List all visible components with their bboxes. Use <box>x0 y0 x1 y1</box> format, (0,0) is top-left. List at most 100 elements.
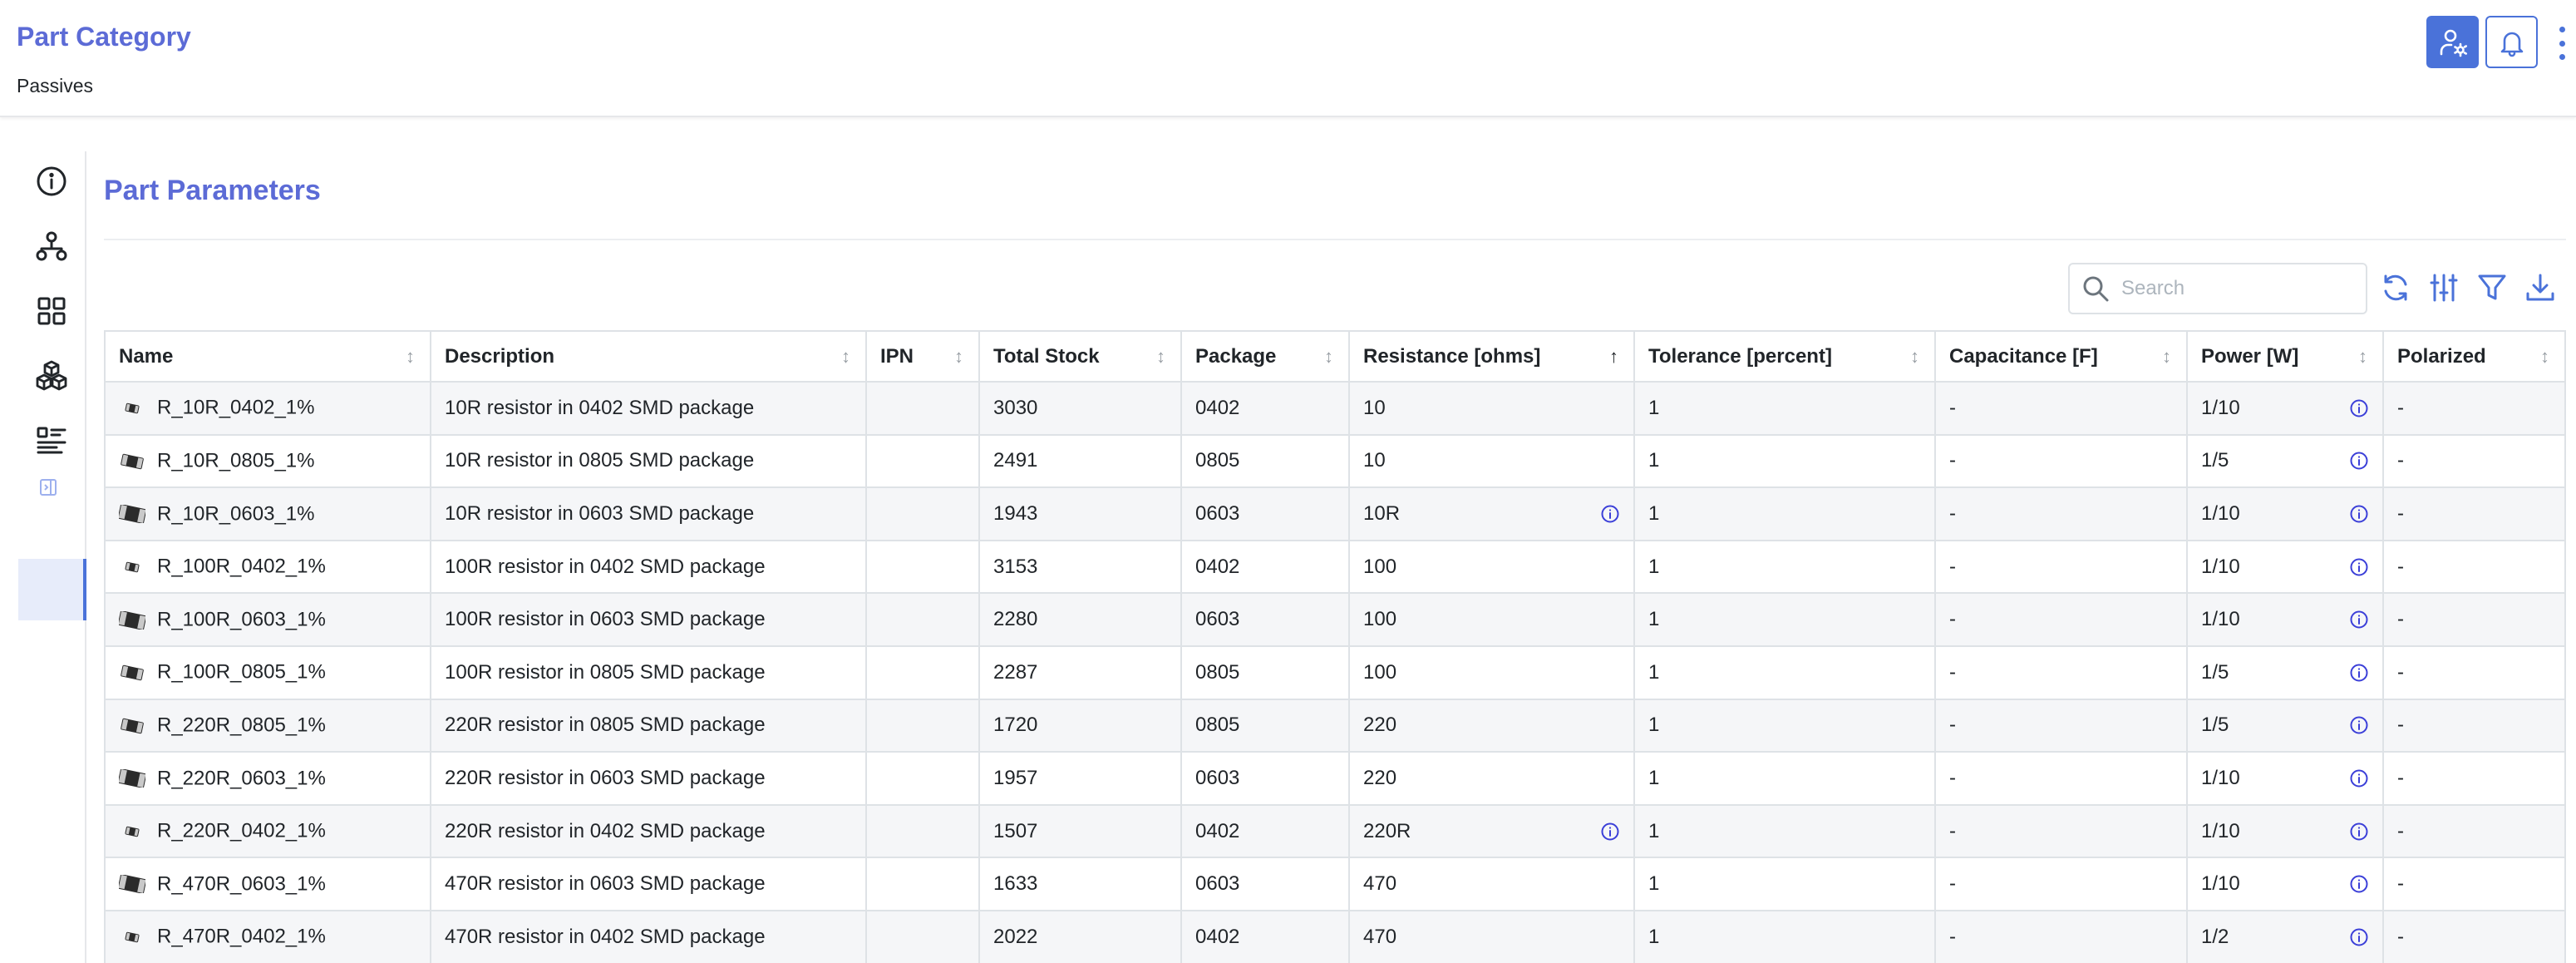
info-icon[interactable] <box>2349 504 2369 524</box>
refresh-button[interactable] <box>2376 268 2416 308</box>
info-icon[interactable] <box>1600 822 1620 842</box>
search-box[interactable] <box>2068 263 2367 314</box>
cell-power: 1/5 <box>2187 645 2384 700</box>
cell-total-stock: 1943 <box>979 487 1182 541</box>
cell-capacitance: - <box>1935 910 2188 963</box>
cell-name[interactable]: R_100R_0402_1% <box>106 540 431 595</box>
column-header-total-stock[interactable]: Total Stock ↕ <box>979 332 1182 383</box>
cell-name[interactable]: R_10R_0805_1% <box>106 434 431 489</box>
cell-package: 0603 <box>1181 752 1350 806</box>
table-row[interactable]: R_10R_0805_1% 10R resistor in 0805 SMD pa… <box>106 434 2564 489</box>
column-header-tolerance[interactable]: Tolerance [percent] ↕ <box>1634 332 1936 383</box>
table-row[interactable]: R_470R_0603_1% 470R resistor in 0603 SMD … <box>106 857 2564 911</box>
cell-name[interactable]: R_470R_0603_1% <box>106 857 431 911</box>
filter-button[interactable] <box>2472 268 2512 308</box>
cell-name[interactable]: R_10R_0402_1% <box>106 382 431 436</box>
search-icon <box>2083 276 2109 302</box>
info-icon[interactable] <box>1600 504 1620 524</box>
cell-name[interactable]: R_470R_0402_1% <box>106 910 431 963</box>
collapse-sidebar-icon <box>40 479 57 496</box>
info-icon[interactable] <box>2349 663 2369 683</box>
cell-capacitance: - <box>1935 699 2188 753</box>
table-row[interactable]: R_100R_0402_1% 100R resistor in 0402 SMD … <box>106 540 2564 595</box>
cell-name[interactable]: R_220R_0805_1% <box>106 699 431 753</box>
info-icon[interactable] <box>2349 822 2369 842</box>
info-icon[interactable] <box>2349 398 2369 418</box>
sort-ascending-icon[interactable]: ↑ <box>1609 346 1618 368</box>
sort-icon[interactable]: ↕ <box>954 346 963 368</box>
info-icon[interactable] <box>2349 557 2369 577</box>
cell-ipn <box>866 645 980 700</box>
info-icon[interactable] <box>2349 927 2369 947</box>
column-header-power[interactable]: Power [W] ↕ <box>2187 332 2384 383</box>
sort-icon[interactable]: ↕ <box>1324 346 1333 368</box>
cell-description: 10R resistor in 0603 SMD package <box>431 487 867 541</box>
column-header-name[interactable]: Name ↕ <box>106 332 431 383</box>
cell-ipn <box>866 434 980 489</box>
sort-icon[interactable]: ↕ <box>2358 346 2367 368</box>
column-header-capacitance[interactable]: Capacitance [F] ↕ <box>1935 332 2188 383</box>
sidebar-item-parameters[interactable] <box>30 419 73 462</box>
column-header-ipn[interactable]: IPN ↕ <box>866 332 980 383</box>
table-row[interactable]: R_220R_0603_1% 220R resistor in 0603 SMD … <box>106 752 2564 806</box>
info-icon[interactable] <box>2349 874 2369 894</box>
parameters-table: Name ↕ Description ↕ IPN ↕ Total Stock ↕ Pac… <box>104 330 2566 963</box>
download-button[interactable] <box>2520 268 2560 308</box>
table-row[interactable]: R_10R_0402_1% 10R resistor in 0402 SMD pa… <box>106 382 2564 436</box>
user-settings-button[interactable] <box>2426 16 2479 68</box>
cell-ipn <box>866 857 980 911</box>
part-thumbnail <box>117 768 147 789</box>
sort-icon[interactable]: ↕ <box>841 346 850 368</box>
table-row[interactable]: R_470R_0402_1% 470R resistor in 0402 SMD … <box>106 910 2564 963</box>
more-options-menu[interactable] <box>2552 23 2572 63</box>
sort-icon[interactable]: ↕ <box>1910 346 1919 368</box>
info-icon <box>37 166 66 196</box>
column-header-polarized[interactable]: Polarized ↕ <box>2383 332 2564 383</box>
info-icon[interactable] <box>2349 451 2369 471</box>
sidebar-item-parts[interactable] <box>30 354 73 398</box>
cell-package: 0402 <box>1181 382 1350 436</box>
info-icon[interactable] <box>2349 610 2369 630</box>
table-row[interactable]: R_220R_0805_1% 220R resistor in 0805 SMD … <box>106 699 2564 753</box>
cell-name[interactable]: R_220R_0402_1% <box>106 804 431 859</box>
sort-icon[interactable]: ↕ <box>2540 346 2549 368</box>
column-header-resistance[interactable]: Resistance [ohms] ↑ <box>1349 332 1635 383</box>
table-row[interactable]: R_220R_0402_1% 220R resistor in 0402 SMD … <box>106 804 2564 859</box>
cell-total-stock: 3030 <box>979 382 1182 436</box>
cell-total-stock: 1957 <box>979 752 1182 806</box>
info-icon[interactable] <box>2349 768 2369 788</box>
cell-tolerance: 1 <box>1634 593 1936 647</box>
sort-icon[interactable]: ↕ <box>1156 346 1165 368</box>
sidebar-collapse-button[interactable] <box>33 472 63 502</box>
cell-name[interactable]: R_10R_0603_1% <box>106 487 431 541</box>
cubes-icon <box>36 360 67 391</box>
cell-total-stock: 2287 <box>979 645 1182 700</box>
cell-power: 1/10 <box>2187 804 2384 859</box>
sidebar-item-details[interactable] <box>30 160 73 203</box>
table-row[interactable]: R_10R_0603_1% 10R resistor in 0603 SMD pa… <box>106 487 2564 541</box>
column-settings-button[interactable] <box>2424 268 2464 308</box>
sort-icon[interactable]: ↕ <box>2162 346 2171 368</box>
cell-resistance: 100 <box>1349 593 1635 647</box>
cell-total-stock: 2491 <box>979 434 1182 489</box>
search-input[interactable] <box>2121 277 2354 300</box>
info-icon[interactable] <box>2349 715 2369 735</box>
download-icon <box>2526 274 2554 301</box>
cell-power: 1/5 <box>2187 699 2384 753</box>
sidebar-item-subcategories[interactable] <box>30 289 73 333</box>
cell-description: 10R resistor in 0805 SMD package <box>431 434 867 489</box>
column-header-package[interactable]: Package ↕ <box>1181 332 1350 383</box>
cell-name[interactable]: R_100R_0805_1% <box>106 645 431 700</box>
notifications-button[interactable] <box>2485 16 2538 68</box>
cell-power: 1/10 <box>2187 487 2384 541</box>
dot-icon <box>2559 27 2565 32</box>
sidebar-item-structure[interactable] <box>30 225 73 268</box>
table-row[interactable]: R_100R_0805_1% 100R resistor in 0805 SMD … <box>106 645 2564 700</box>
table-row[interactable]: R_100R_0603_1% 100R resistor in 0603 SMD … <box>106 593 2564 647</box>
sort-icon[interactable]: ↕ <box>406 346 415 368</box>
cell-name[interactable]: R_220R_0603_1% <box>106 752 431 806</box>
part-name: R_100R_0603_1% <box>157 608 326 631</box>
cell-resistance: 10 <box>1349 434 1635 489</box>
column-header-description[interactable]: Description ↕ <box>431 332 867 383</box>
cell-name[interactable]: R_100R_0603_1% <box>106 593 431 647</box>
